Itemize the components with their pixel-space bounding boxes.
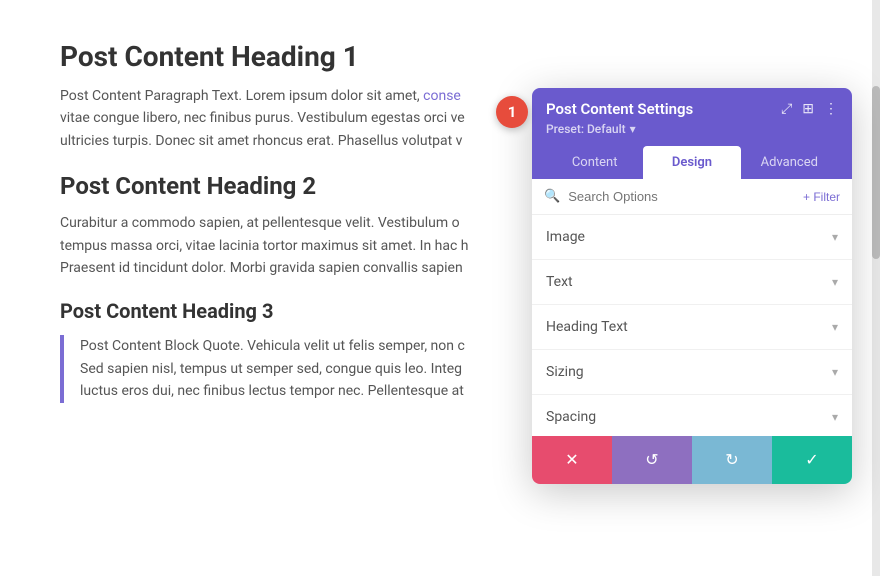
heading-2: Post Content Heading 2 [60,172,560,200]
cancel-button[interactable]: ✕ [532,436,612,484]
scrollbar-thumb[interactable] [872,86,880,259]
heading-3: Post Content Heading 3 [60,299,560,323]
action-bar: ✕ ↺ ↻ ✓ [532,436,852,484]
chevron-down-icon: ▾ [832,275,838,289]
resize-icon-1[interactable]: ⤢ [781,102,792,116]
chevron-down-icon: ▾ [832,230,838,244]
chevron-down-icon: ▾ [832,320,838,334]
blockquote-text: Post Content Block Quote. Vehicula velit… [80,335,560,402]
accordion-text[interactable]: Text ▾ [532,260,852,305]
accordion-spacing[interactable]: Spacing ▾ [532,395,852,440]
panel-icons: ⤢ ⊞ ⋮ [781,102,838,116]
settings-panel: Post Content Settings ⤢ ⊞ ⋮ Preset: Defa… [532,88,852,484]
chevron-down-icon: ▾ [832,410,838,424]
filter-button[interactable]: + Filter [803,190,840,204]
paragraph-2: Curabitur a commodo sapien, at pellentes… [60,212,560,279]
accordion-sizing[interactable]: Sizing ▾ [532,350,852,395]
more-options-icon[interactable]: ⋮ [824,102,838,116]
panel-header: Post Content Settings ⤢ ⊞ ⋮ Preset: Defa… [532,88,852,179]
panel-title-row: Post Content Settings ⤢ ⊞ ⋮ [546,100,838,118]
scrollbar[interactable] [872,0,880,576]
undo-button[interactable]: ↺ [612,436,692,484]
redo-button[interactable]: ↻ [692,436,772,484]
resize-icon-2[interactable]: ⊞ [802,102,814,116]
panel-title: Post Content Settings [546,100,693,118]
blockquote: Post Content Block Quote. Vehicula velit… [60,335,560,402]
content-area: Post Content Heading 1 Post Content Para… [60,40,560,403]
panel-tabs: Content Design Advanced [546,146,838,179]
tab-design[interactable]: Design [643,146,740,179]
tab-advanced[interactable]: Advanced [741,146,838,179]
panel-preset[interactable]: Preset: Default ▾ [546,122,838,136]
heading-1: Post Content Heading 1 [60,40,560,73]
save-button[interactable]: ✓ [772,436,852,484]
tab-content[interactable]: Content [546,146,643,179]
page-content: Post Content Heading 1 Post Content Para… [0,0,880,576]
panel-search: 🔍 + Filter [532,179,852,215]
accordion-heading-text[interactable]: Heading Text ▾ [532,305,852,350]
search-icon: 🔍 [544,189,560,204]
search-input[interactable] [568,189,795,204]
chevron-down-icon: ▾ [832,365,838,379]
para1-link[interactable]: conse [423,88,461,104]
paragraph-1: Post Content Paragraph Text. Lorem ipsum… [60,85,560,152]
step-badge: 1 [496,96,528,128]
accordion-image[interactable]: Image ▾ [532,215,852,260]
